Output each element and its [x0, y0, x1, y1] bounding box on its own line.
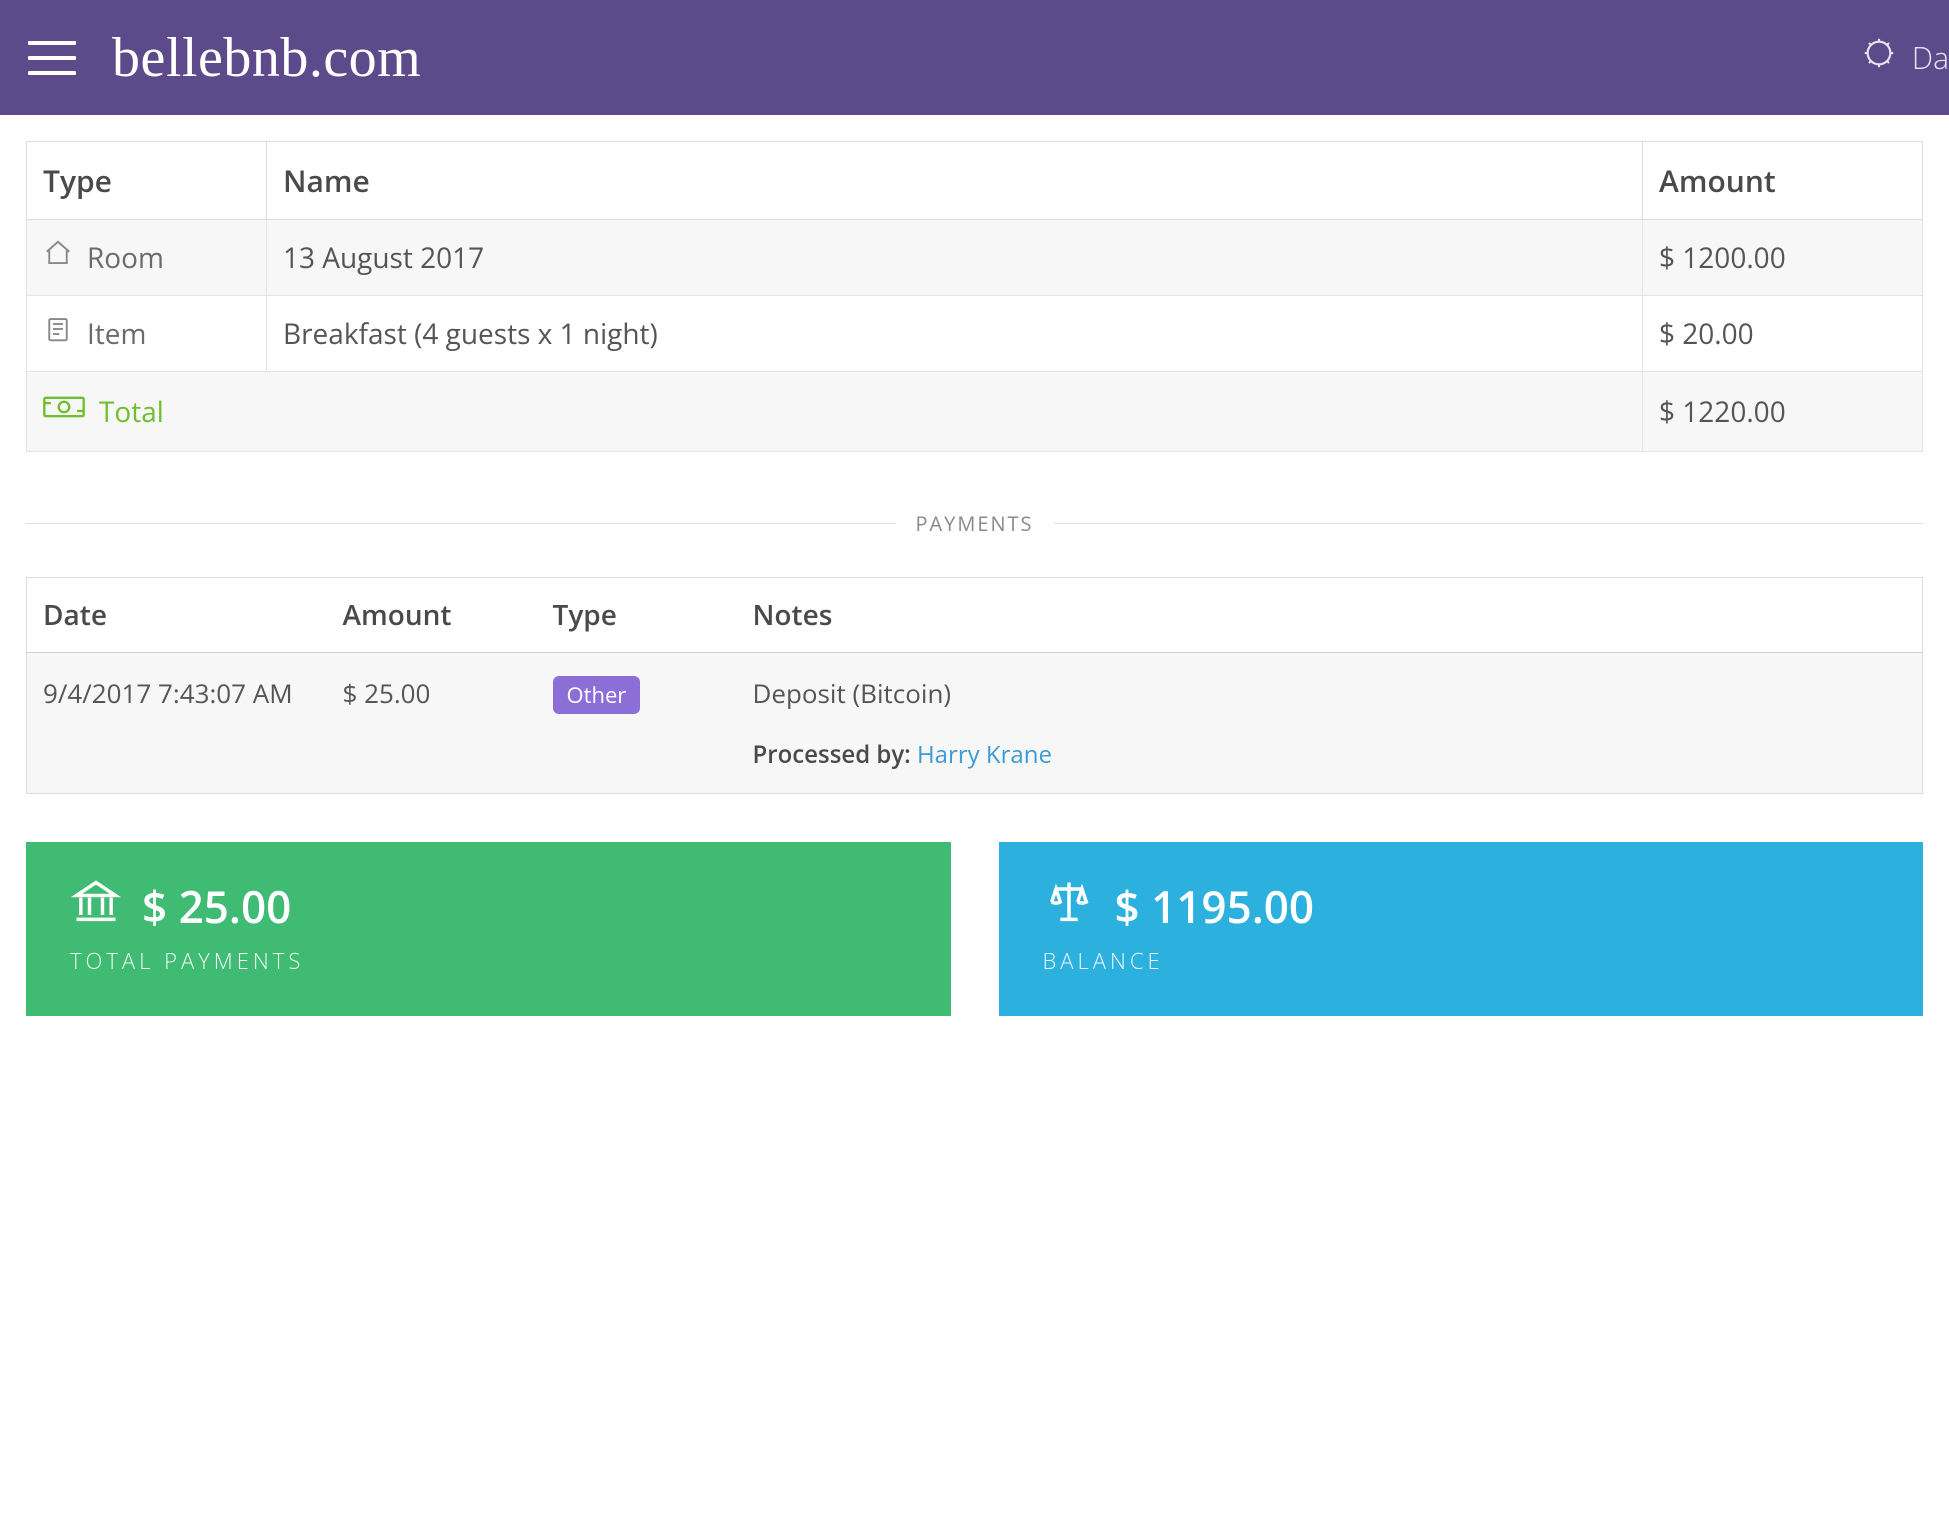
- payments-header-notes: Notes: [737, 578, 1923, 653]
- charge-row: Room 13 August 2017 $ 1200.00: [27, 220, 1923, 296]
- payments-header-amount: Amount: [327, 578, 537, 653]
- charge-row: Item Breakfast (4 guests x 1 night) $ 20…: [27, 296, 1923, 372]
- payment-date: 9/4/2017 7:43:07 AM: [27, 653, 327, 733]
- payments-section-title: PAYMENTS: [896, 510, 1054, 537]
- charge-name: 13 August 2017: [267, 220, 1643, 296]
- processed-by-link[interactable]: Harry Krane: [917, 738, 1052, 771]
- charge-type-label: Room: [87, 239, 164, 277]
- app-logo: bellebnb.com: [112, 26, 421, 90]
- header-right: Da: [1862, 0, 1949, 115]
- charges-header-amount: Amount: [1643, 142, 1923, 220]
- total-payments-card: $ 25.00 TOTAL PAYMENTS: [26, 842, 951, 1016]
- charges-total-row: Total $ 1220.00: [27, 372, 1923, 452]
- payment-row: 9/4/2017 7:43:07 AM $ 25.00 Other Deposi…: [27, 653, 1923, 733]
- payments-header-type: Type: [537, 578, 737, 653]
- payments-section-divider: PAYMENTS: [26, 510, 1923, 537]
- charges-header-name: Name: [267, 142, 1643, 220]
- processed-by-label: Processed by:: [753, 738, 911, 771]
- payment-amount: $ 25.00: [327, 653, 537, 733]
- payments-table: Date Amount Type Notes 9/4/2017 7:43:07 …: [26, 577, 1923, 794]
- charge-amount: $ 20.00: [1643, 296, 1923, 372]
- cash-icon: [43, 390, 85, 433]
- charge-type-label: Item: [87, 315, 146, 353]
- house-icon: [43, 238, 73, 277]
- balance-card: $ 1195.00 BALANCE: [999, 842, 1924, 1016]
- charge-name: Breakfast (4 guests x 1 night): [267, 296, 1643, 372]
- charges-table: Type Name Amount Room 13 Au: [26, 141, 1923, 452]
- total-payments-amount: $ 25.00: [142, 876, 291, 936]
- balance-label: BALANCE: [1043, 946, 1880, 976]
- header-right-text[interactable]: Da: [1912, 37, 1949, 78]
- summary-cards: $ 25.00 TOTAL PAYMENTS $ 1195.00 BALANCE: [26, 842, 1923, 1016]
- payments-header-date: Date: [27, 578, 327, 653]
- payment-meta-row: Processed by: Harry Krane: [27, 732, 1923, 794]
- app-header: bellebnb.com Da: [0, 0, 1949, 115]
- scale-icon: [1043, 876, 1095, 936]
- balance-amount: $ 1195.00: [1115, 876, 1315, 936]
- bank-icon: [70, 876, 122, 936]
- menu-button[interactable]: [28, 34, 76, 82]
- charges-total-label: Total: [99, 393, 164, 431]
- charges-total-amount: $ 1220.00: [1643, 372, 1923, 452]
- payment-notes: Deposit (Bitcoin): [737, 653, 1923, 733]
- charges-header-type: Type: [27, 142, 267, 220]
- payment-type-badge: Other: [553, 676, 641, 714]
- settings-icon[interactable]: [1862, 36, 1896, 79]
- total-payments-label: TOTAL PAYMENTS: [70, 946, 907, 976]
- note-icon: [43, 314, 73, 353]
- charge-amount: $ 1200.00: [1643, 220, 1923, 296]
